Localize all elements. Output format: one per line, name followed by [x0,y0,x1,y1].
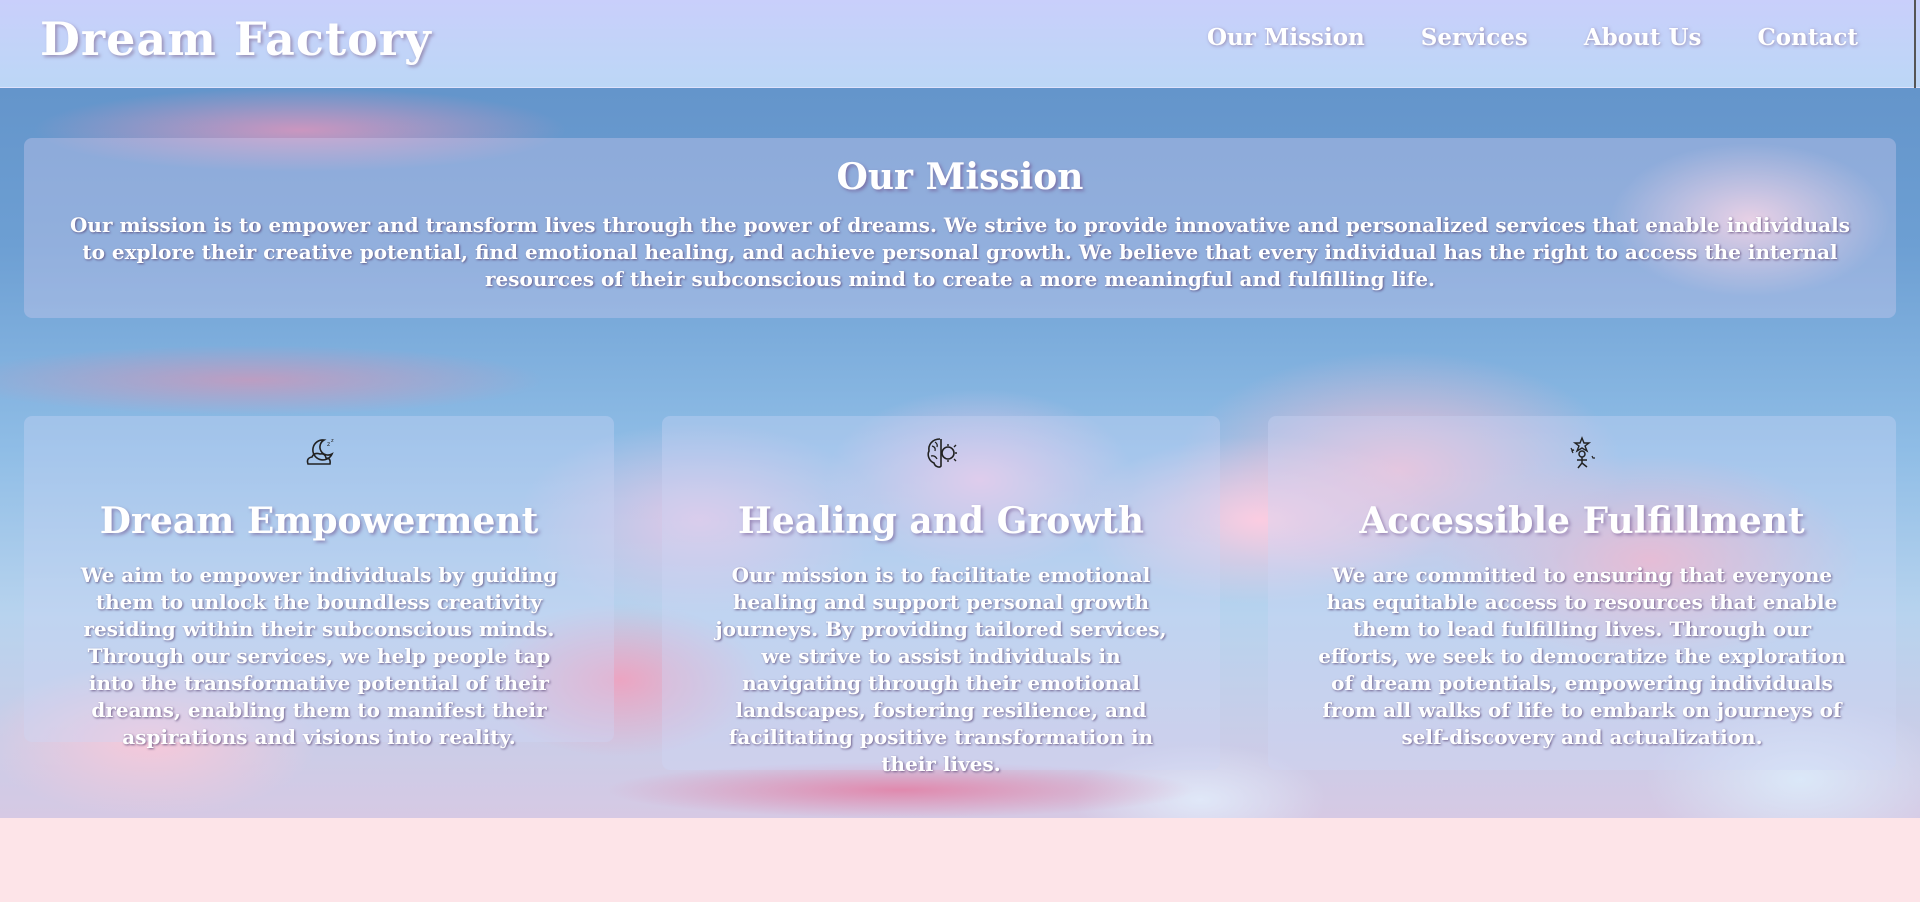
service-title: Accessible Fulfillment [1359,500,1805,542]
top-navbar: Dream Factory Our Mission Services About… [0,0,1920,88]
service-text: We are committed to ensuring that everyo… [1318,563,1846,749]
service-card-dream-empowerment: z z Dream Empowerment We aim to empower … [24,416,614,749]
brain-icon [927,438,957,468]
mission-section: Our Mission Our mission is to empower an… [24,138,1896,318]
nav-about-us[interactable]: About Us [1584,24,1702,51]
nav-contact[interactable]: Contact [1757,24,1858,51]
svg-text:z: z [327,441,330,448]
service-title: Dream Empowerment [99,500,539,542]
svg-text:z: z [331,438,334,444]
nav-services[interactable]: Services [1421,24,1528,51]
service-card-accessible-fulfillment: Accessible Fulfillment We are committed … [1268,416,1896,770]
service-text: Our mission is to facilitate emotional h… [715,563,1167,776]
scrollbar[interactable] [1914,0,1916,88]
service-text: We aim to empower individuals by guiding… [80,563,558,749]
brand-logo[interactable]: Dream Factory [40,12,432,66]
service-card-healing-growth: Healing and Growth Our mission is to fac… [662,416,1220,776]
fairy-icon [1570,436,1595,469]
moon-cloud-icon: z z [306,438,334,465]
mission-title: Our Mission [836,156,1084,198]
service-title: Healing and Growth [737,500,1145,542]
main-nav: Our Mission Services About Us Contact [1207,24,1858,51]
nav-our-mission[interactable]: Our Mission [1207,24,1365,51]
mission-text: Our mission is to empower and transform … [69,213,1851,291]
